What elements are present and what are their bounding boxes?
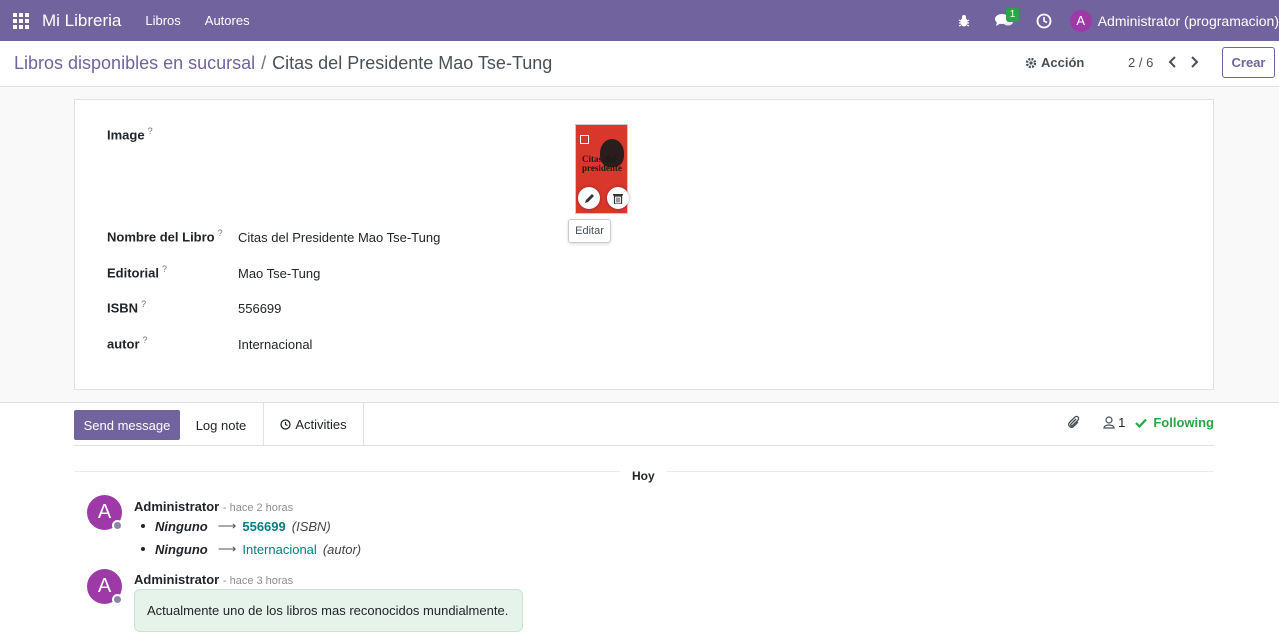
gear-icon [1025, 57, 1037, 68]
followers-count: 1 [1118, 415, 1126, 430]
help-tooltip-icon[interactable]: ? [218, 228, 223, 238]
tracking-old-value: Ninguno [155, 518, 208, 534]
field-label-autor: autor? [107, 335, 148, 352]
edit-image-tooltip: Editar [568, 219, 611, 243]
bullet [141, 547, 145, 551]
message-author: Administrator - hace 2 horas [134, 499, 294, 514]
control-panel: Libros disponibles en sucursal / Citas del… [0, 41, 1279, 87]
action-menu-button[interactable]: Acción [1025, 55, 1084, 70]
avatar[interactable]: A [87, 495, 123, 531]
action-label: Acción [1041, 55, 1085, 70]
user-name: Administrator (programacion) [1097, 12, 1279, 29]
user-avatar: A [1069, 9, 1092, 32]
debug-button[interactable] [944, 0, 984, 41]
pager-value[interactable]: 2 / 6 [1128, 55, 1153, 70]
field-label-isbn: ISBN? [107, 299, 147, 316]
followers-button[interactable]: 1 [1103, 415, 1125, 430]
presence-indicator [112, 520, 123, 531]
pager-previous-button[interactable] [1166, 53, 1180, 71]
tracking-field-name: (autor) [322, 541, 362, 557]
message-date: - hace 2 horas [222, 502, 294, 514]
log-note-button[interactable]: Log note [182, 410, 260, 440]
arrow-right-icon: ⟶ [217, 541, 237, 556]
bug-icon [958, 14, 969, 27]
apps-menu-button[interactable] [0, 0, 42, 41]
menu-libros[interactable]: Libros [133, 13, 192, 28]
tracking-new-value: Internacional [242, 541, 317, 557]
user-icon [1103, 416, 1115, 429]
messaging-button[interactable]: 1 [984, 0, 1024, 41]
paperclip-icon [1068, 415, 1080, 428]
message-author: Administrator - hace 3 horas [134, 572, 294, 587]
arrow-right-icon: ⟶ [217, 518, 237, 533]
message-date: - hace 3 horas [222, 575, 294, 587]
breadcrumb: Libros disponibles en sucursal / Citas del… [14, 53, 552, 74]
breadcrumb-current: Citas del Presidente Mao Tse-Tung [272, 53, 553, 73]
help-tooltip-icon[interactable]: ? [148, 126, 153, 136]
cover-title: Citas del presidente [582, 154, 622, 173]
message-body: Actualmente uno de los libros mas recono… [134, 589, 523, 632]
user-menu[interactable]: A Administrator (programacion) [1064, 9, 1279, 32]
form-sheet: Image? Citas del presidente Editar Nombr… [74, 99, 1214, 390]
activities-button[interactable] [1024, 0, 1064, 41]
bullet [141, 524, 145, 528]
edit-image-button[interactable] [578, 187, 600, 209]
pencil-icon [584, 193, 594, 203]
clock-icon [280, 419, 291, 430]
chatter: Send message Log note Activities 1 Follo… [0, 402, 1279, 644]
menu-autores[interactable]: Autores [193, 13, 262, 28]
app-brand[interactable]: Mi Libreria [42, 11, 121, 31]
tracking-new-value: 556699 [242, 518, 286, 534]
help-tooltip-icon[interactable]: ? [143, 335, 148, 345]
presence-indicator [112, 594, 123, 605]
help-tooltip-icon[interactable]: ? [141, 299, 146, 309]
chevron-left-icon [1168, 56, 1176, 68]
breadcrumb-separator: / [261, 53, 267, 73]
delete-image-button[interactable] [607, 187, 629, 209]
clock-icon [1036, 13, 1052, 28]
attachments-button[interactable] [1067, 415, 1081, 430]
apps-grid-icon [13, 12, 29, 29]
image-label: Image? [107, 126, 153, 143]
top-navbar: Mi Libreria Libros Autores 1 A Administr… [0, 0, 1279, 41]
check-icon [1135, 418, 1148, 428]
tracking-field-name: (ISBN) [291, 518, 331, 534]
following-button[interactable]: Following [1135, 415, 1214, 430]
field-value-nombre: Citas del Presidente Mao Tse-Tung [238, 230, 441, 245]
tracking-old-value: Ninguno [155, 541, 208, 557]
cover-emblem [580, 135, 589, 144]
field-label-nombre: Nombre del Libro? [107, 228, 223, 245]
field-value-editorial: Mao Tse-Tung [238, 266, 321, 281]
send-message-button[interactable]: Send message [74, 410, 180, 440]
tracking-value-isbn: Ninguno ⟶ 556699 (ISBN) [141, 518, 331, 534]
field-value-autor: Internacional [238, 337, 313, 352]
activities-button[interactable]: Activities [263, 403, 364, 446]
breadcrumb-parent-link[interactable]: Libros disponibles en sucursal [14, 53, 255, 73]
help-tooltip-icon[interactable]: ? [162, 264, 167, 274]
messages-count-badge: 1 [1005, 8, 1020, 22]
activities-label: Activities [295, 417, 347, 432]
field-label-editorial: Editorial? [107, 264, 168, 281]
date-separator-label: Hoy [620, 469, 667, 483]
pager-next-button[interactable] [1187, 53, 1201, 71]
chatter-topbar: Send message Log note Activities 1 Follo… [74, 403, 1214, 446]
avatar[interactable]: A [87, 569, 123, 605]
field-value-isbn: 556699 [238, 301, 282, 316]
tracking-value-autor: Ninguno ⟶ Internacional (autor) [141, 541, 361, 557]
create-button[interactable]: Crear [1222, 47, 1275, 78]
trash-icon [613, 193, 623, 204]
following-label: Following [1153, 415, 1214, 430]
chevron-right-icon [1191, 56, 1199, 68]
